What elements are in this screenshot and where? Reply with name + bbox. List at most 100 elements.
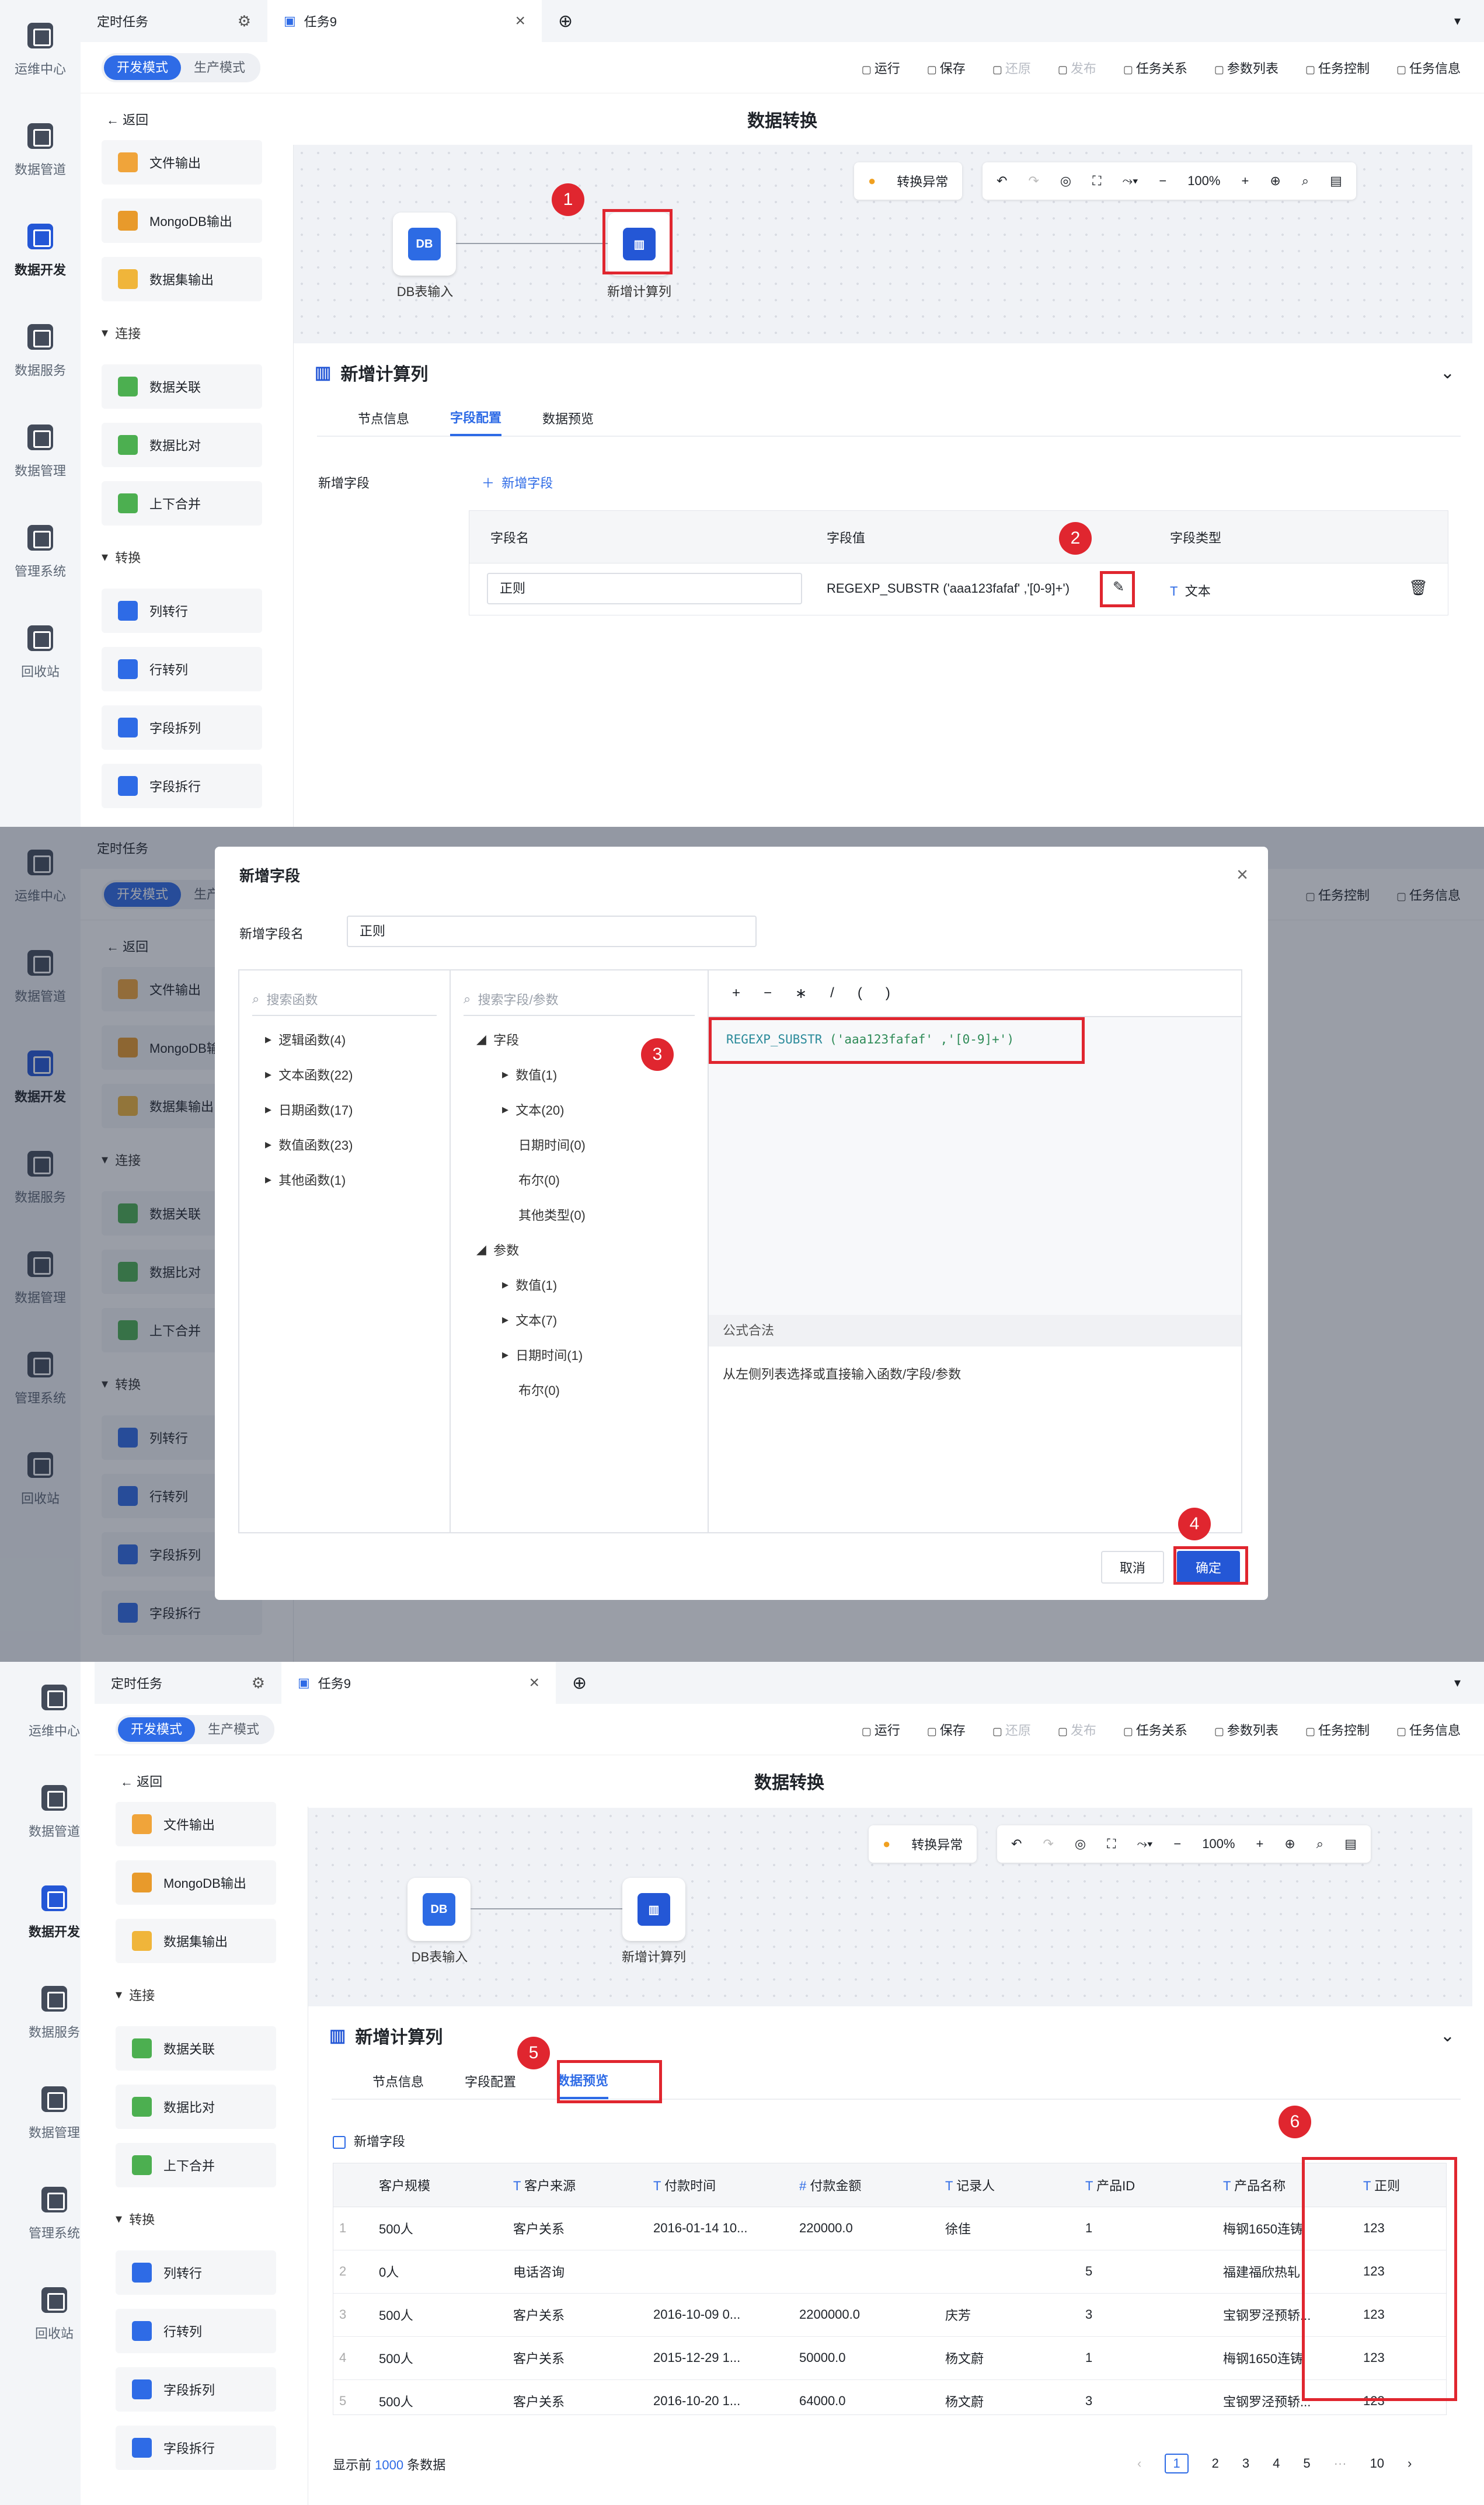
tree-param-date[interactable]: ▸ 日期时间(1) (476, 1337, 708, 1372)
group-connect[interactable]: ▾ 连接 (102, 315, 293, 350)
route-icon[interactable]: ⤳▾ (1122, 173, 1138, 189)
rail-ops[interactable]: 运维中心 (0, 0, 81, 100)
delete-icon[interactable]: 🗑 (1409, 579, 1428, 597)
zoom-out-icon[interactable]: − (1173, 1836, 1181, 1852)
exception-toggle[interactable]: ● 转换异常 (869, 1825, 977, 1863)
side-item-dataset[interactable]: 数据集输出 (116, 1919, 276, 1963)
flow-canvas[interactable]: ● 转换异常 ↶ ↷ ◎ ⛶ ⤳▾ − 100% + ⊕ ⌕ ▤ DB DB表输入 ▥ 新增计算列 (308, 1808, 1472, 2006)
add-tab-button[interactable]: ⊕ (556, 1662, 603, 1704)
op-minus[interactable]: − (764, 985, 772, 1001)
side-item-join[interactable]: 数据关联 (116, 2026, 276, 2071)
save-button[interactable]: 保存 (927, 1720, 966, 1739)
chevron-down-icon[interactable]: ⌄ (1440, 2026, 1455, 2046)
zoom-out-icon[interactable]: − (1159, 173, 1166, 189)
op-multiply[interactable]: ∗ (795, 985, 807, 1002)
close-icon[interactable]: × (515, 11, 525, 31)
rail-recycle[interactable]: 回收站 (0, 603, 81, 703)
tree-param-bool[interactable]: 布尔(0) (476, 1372, 708, 1407)
page-1[interactable]: 1 (1165, 2454, 1189, 2473)
group-connect[interactable]: ▾ 连接 (116, 1977, 308, 2012)
tab-task[interactable]: ▣ 任务9 × (267, 0, 542, 42)
func-other[interactable]: ▸ 其他函数(1) (265, 1162, 450, 1197)
rail-service[interactable]: 数据服务 (14, 1963, 95, 2064)
dev-mode-button[interactable]: 开发模式 (118, 1717, 196, 1742)
chevron-down-icon[interactable]: ▾ (1454, 13, 1461, 29)
undo-icon[interactable]: ↶ (997, 173, 1007, 189)
dev-mode-button[interactable]: 开发模式 (104, 55, 182, 80)
save-button[interactable]: 保存 (927, 58, 966, 77)
side-item-file-output[interactable]: 文件输出 (102, 140, 262, 185)
side-item-dataset[interactable]: 数据集输出 (102, 257, 262, 301)
side-item-split-col[interactable]: 字段拆列 (116, 2367, 276, 2412)
side-item-split-row[interactable]: 字段拆行 (102, 764, 262, 808)
fit-icon[interactable]: ⛶ (1107, 1836, 1116, 1852)
add-tab-button[interactable]: ⊕ (542, 0, 589, 42)
locate-icon[interactable]: ⊕ (1270, 173, 1280, 189)
cancel-button[interactable]: 取消 (1101, 1551, 1164, 1584)
flow-canvas[interactable]: ●转换异常 ↶↷◎⛶⤳▾−100%+⊕⌕▤ DB DB表输入 ▥ DB表输入 新… (294, 145, 1472, 343)
param-list-button[interactable]: 参数列表 (1214, 1720, 1279, 1739)
field-name-input[interactable]: 正则 (347, 916, 757, 947)
rail-system[interactable]: 管理系统 (0, 502, 81, 603)
task-control-button[interactable]: 任务控制 (1305, 1720, 1370, 1739)
run-button[interactable]: 运行 (862, 1720, 900, 1739)
rail-manage[interactable]: 数据管理 (14, 2064, 95, 2164)
rail-manage[interactable]: 数据管理 (0, 402, 81, 502)
task-relation-button[interactable]: 任务关系 (1123, 1720, 1187, 1739)
layout-icon[interactable]: ◎ (1075, 1836, 1086, 1852)
field-type[interactable]: T 文本 (1170, 581, 1211, 600)
tree-param-text[interactable]: ▸ 文本(7) (476, 1302, 708, 1337)
close-icon[interactable]: × (1236, 864, 1248, 886)
tab-scheduled[interactable]: 定时任务 ⚙ (95, 1662, 281, 1704)
page-2[interactable]: 2 (1212, 2456, 1219, 2471)
search-function-input[interactable]: ⌕ 搜索函数 (252, 983, 437, 1016)
page-3[interactable]: 3 (1242, 2456, 1249, 2471)
rail-ops[interactable]: 运维中心 (14, 1662, 95, 1762)
page-5[interactable]: 5 (1303, 2456, 1310, 2471)
side-item-mongodb[interactable]: MongoDB输出 (116, 1860, 276, 1905)
page-4[interactable]: 4 (1273, 2456, 1280, 2471)
rail-pipeline[interactable]: 数据管道 (0, 100, 81, 201)
back-button[interactable]: ← 返回 (106, 110, 148, 128)
tree-field-number[interactable]: ▸ 数值(1) (476, 1057, 708, 1092)
exception-toggle[interactable]: ● 转换异常 (854, 162, 963, 200)
side-item-col-to-row[interactable]: 列转行 (116, 2250, 276, 2295)
run-button[interactable]: 运行 (862, 58, 900, 77)
op-lparen[interactable]: ( (858, 985, 862, 1001)
minimap-icon[interactable]: ▤ (1344, 1836, 1357, 1852)
page-10[interactable]: 10 (1370, 2456, 1384, 2471)
side-item-col-to-row[interactable]: 列转行 (102, 589, 262, 633)
next-page-icon[interactable]: › (1408, 2456, 1412, 2471)
func-number[interactable]: ▸ 数值函数(23) (265, 1127, 450, 1162)
func-date[interactable]: ▸ 日期函数(17) (265, 1092, 450, 1127)
route-icon[interactable]: ⤳▾ (1137, 1836, 1152, 1852)
chevron-down-icon[interactable]: ▾ (1454, 1675, 1461, 1690)
redo-icon[interactable]: ↷ (1028, 173, 1039, 189)
node-db-input[interactable]: DB (407, 1878, 471, 1941)
minimap-icon[interactable]: ▤ (1330, 173, 1342, 189)
search-field-input[interactable]: ⌕ 搜索字段/参数 (464, 983, 695, 1016)
close-icon[interactable]: × (529, 1673, 539, 1693)
zoom-in-icon[interactable]: + (1256, 1836, 1263, 1852)
side-item-union[interactable]: 上下合并 (116, 2143, 276, 2187)
tab-data-preview[interactable]: 数据预览 (542, 409, 594, 427)
side-item-file-output[interactable]: 文件输出 (116, 1802, 276, 1846)
node-calc-column[interactable]: ▥ (622, 1878, 685, 1941)
side-item-compare[interactable]: 数据比对 (116, 2085, 276, 2129)
prod-mode-button[interactable]: 生产模式 (181, 55, 258, 80)
group-transform[interactable]: ▾ 转换 (116, 2201, 308, 2236)
op-plus[interactable]: + (732, 985, 740, 1001)
side-item-compare[interactable]: 数据比对 (102, 423, 262, 467)
rail-pipeline[interactable]: 数据管道 (14, 1762, 95, 1863)
side-item-row-to-col[interactable]: 行转列 (102, 647, 262, 691)
side-item-split-row[interactable]: 字段拆行 (116, 2426, 276, 2470)
side-item-mongodb[interactable]: MongoDB输出 (102, 199, 262, 243)
publish-button[interactable]: 发布 (1058, 58, 1096, 77)
tab-task[interactable]: ▣ 任务9 × (281, 1662, 556, 1704)
tree-field-bool[interactable]: 布尔(0) (476, 1162, 708, 1197)
gear-icon[interactable]: ⚙ (238, 12, 251, 30)
rail-dev[interactable]: 数据开发 (0, 201, 81, 301)
field-name-input[interactable]: 正则 (487, 573, 802, 604)
func-text[interactable]: ▸ 文本函数(22) (265, 1057, 450, 1092)
task-info-button[interactable]: 任务信息 (1396, 58, 1461, 77)
